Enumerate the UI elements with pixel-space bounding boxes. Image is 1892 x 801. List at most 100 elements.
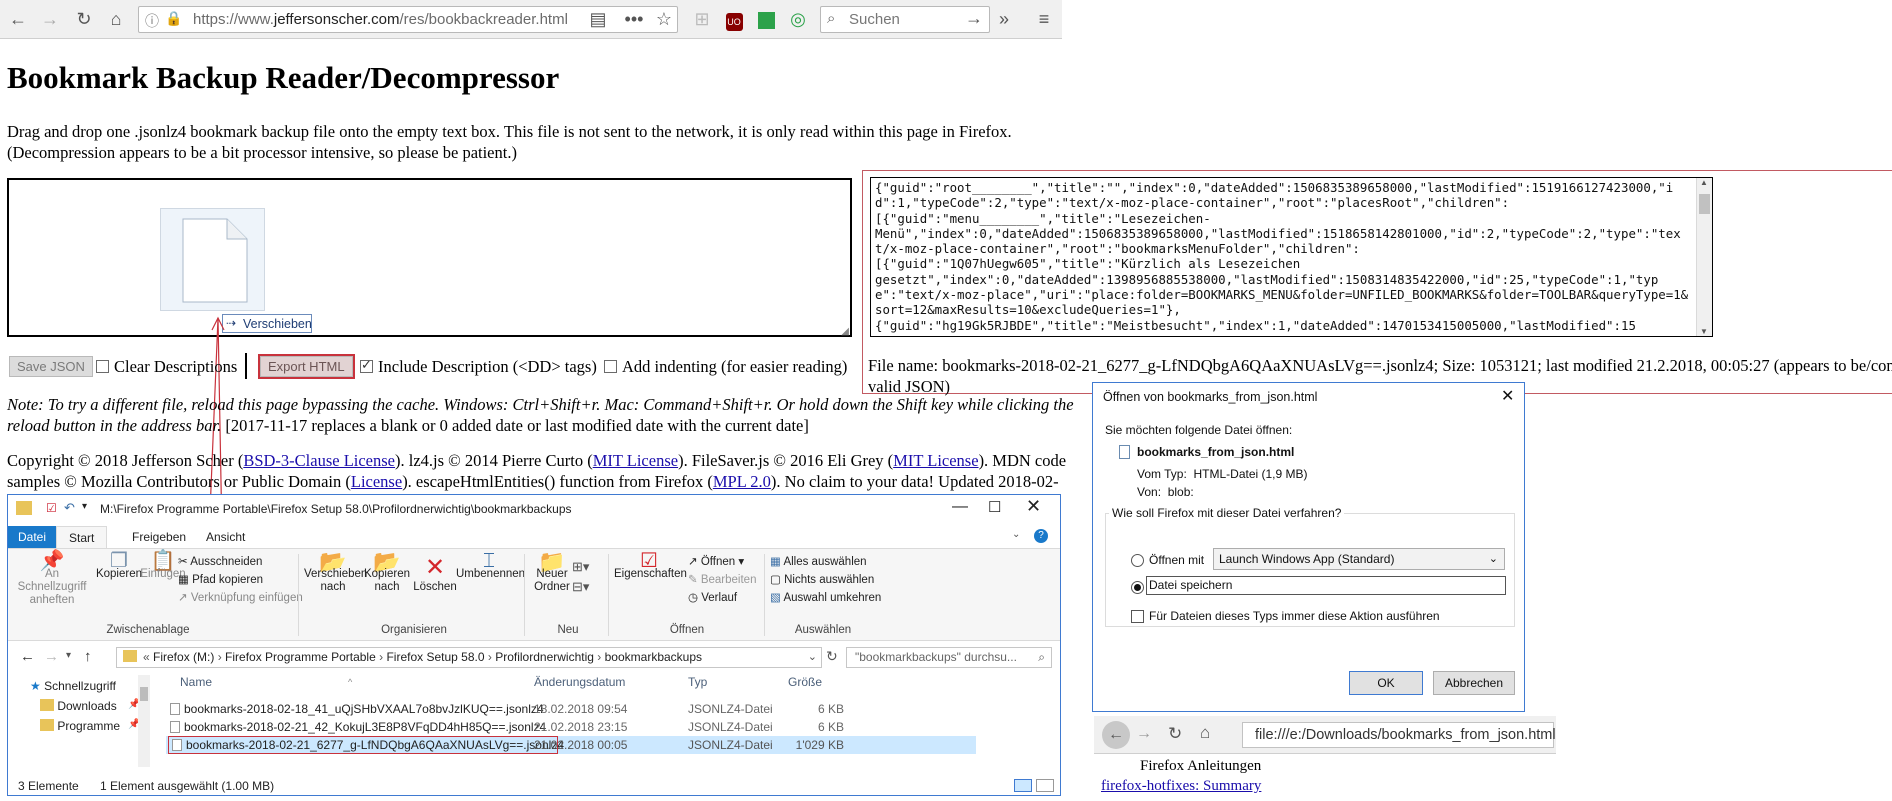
file-row[interactable]: bookmarks-2018-02-21_42_KokujL3E8P8VFqDD… — [166, 718, 988, 736]
recent-locations-icon[interactable]: ▾ — [66, 650, 71, 661]
invert-selection-button[interactable]: ▧ Auswahl umkehren — [770, 591, 881, 605]
addon-spiral-icon[interactable]: ◎ — [784, 6, 812, 32]
resize-grip-icon[interactable]: ◢ — [841, 326, 849, 337]
reader-view-icon[interactable]: ▤ — [584, 6, 612, 32]
home-icon[interactable]: ⌂ — [102, 6, 130, 32]
easy-access-icon[interactable]: ⊟▾ — [572, 579, 589, 595]
move-to-button[interactable]: 📂 Verschieben nach — [304, 551, 367, 594]
breadcrumb-setup[interactable]: Firefox Setup 58.0 — [386, 650, 484, 664]
clear-descriptions-option[interactable]: Clear Descriptions — [96, 357, 237, 377]
file-row[interactable]: bookmarks-2018-02-18_41_uQjSHbVXAAL7o8bv… — [166, 700, 988, 718]
mit-license-link-2[interactable]: MIT License — [893, 451, 978, 470]
maximize-icon[interactable]: ☐ — [988, 498, 1001, 516]
always-do-checkbox[interactable] — [1131, 610, 1144, 623]
tab-start[interactable]: Start — [56, 526, 108, 548]
column-date[interactable]: Änderungsdatum — [534, 675, 625, 689]
nav-quick-access[interactable]: ★ Schnellzugriff — [30, 679, 116, 693]
drop-textarea[interactable]: ◢ — [7, 178, 852, 337]
search-input[interactable]: ⌕ Suchen → — [820, 6, 990, 33]
select-none-button[interactable]: ▢ Nichts auswählen — [770, 573, 874, 587]
close-icon[interactable]: ✕ — [1501, 386, 1514, 406]
details-view-icon[interactable] — [1014, 779, 1032, 792]
new-tab-icon[interactable]: ⊞ — [688, 6, 716, 32]
up-icon[interactable]: ↑ — [84, 648, 92, 665]
cut-button[interactable]: ✂ Ausschneiden — [178, 555, 262, 569]
page-actions-icon[interactable]: ••• — [620, 6, 648, 32]
breadcrumb-bookmarkbackups[interactable]: bookmarkbackups — [605, 650, 702, 664]
undo-icon[interactable]: ↶ — [64, 500, 75, 516]
properties-quick-icon[interactable]: ☑ — [46, 501, 57, 515]
open-button[interactable]: ↗ Öffnen ▾ — [688, 555, 744, 569]
open-with-label[interactable]: Öffnen mit — [1149, 553, 1204, 567]
nav-downloads[interactable]: Downloads 📌 — [40, 699, 140, 713]
ublock-icon[interactable]: UO — [720, 6, 748, 32]
save-file-radio[interactable] — [1131, 581, 1144, 594]
edit-button[interactable]: ✎ Bearbeiten — [688, 573, 756, 587]
second-url-bar[interactable]: file:///e:/Downloads/bookmarks_from_json… — [1242, 722, 1556, 748]
open-with-radio[interactable] — [1131, 554, 1144, 567]
include-description-checkbox[interactable] — [360, 357, 373, 373]
bookmark-star-icon[interactable]: ☆ — [650, 6, 678, 32]
breadcrumb-profile[interactable]: Profilordnerwichtig — [495, 650, 594, 664]
mit-license-link[interactable]: MIT License — [593, 451, 678, 470]
overflow-menu-icon[interactable]: » — [990, 6, 1018, 32]
back-icon[interactable]: ← — [4, 6, 32, 32]
json-textarea[interactable]: {"guid":"root________","title":"","index… — [870, 177, 1713, 337]
column-size[interactable]: Größe — [788, 675, 822, 689]
file-row-selected[interactable]: bookmarks-2018-02-21_6277_g-LfNDQbgA6QAa… — [166, 736, 976, 754]
forward-icon[interactable]: → — [36, 6, 64, 32]
nav-scrollbar[interactable] — [138, 675, 150, 767]
chevron-down-icon[interactable]: ⌄ — [808, 648, 817, 667]
explorer-search-input[interactable]: "bookmarkbackups" durchsu... ⌕ — [846, 647, 1052, 668]
tab-ansicht[interactable]: Ansicht — [194, 526, 257, 548]
nav-programme[interactable]: Programme 📌 — [40, 719, 140, 733]
chevron-down-icon[interactable]: ⌄ — [1012, 529, 1020, 540]
cancel-button[interactable]: Abbrechen — [1433, 671, 1515, 695]
minimize-icon[interactable]: — — [952, 498, 968, 516]
breadcrumb-drive[interactable]: Firefox (M:) — [153, 650, 214, 664]
home-icon[interactable]: ⌂ — [1200, 723, 1210, 743]
rename-button[interactable]: ⌶ Umbenennen — [456, 551, 525, 581]
include-description-option[interactable]: Include Description (<DD> tags) — [360, 357, 597, 377]
back-icon[interactable]: ← — [20, 648, 35, 665]
tab-freigeben[interactable]: Freigeben — [120, 526, 198, 548]
history-button[interactable]: ◷ Verlauf — [688, 591, 737, 605]
add-indenting-checkbox[interactable] — [604, 360, 617, 373]
address-bar[interactable]: « Firefox (M:) › Firefox Programme Porta… — [116, 647, 822, 668]
chevron-down-icon[interactable]: ▾ — [82, 501, 87, 512]
bsd-license-link[interactable]: BSD-3-Clause License — [243, 451, 395, 470]
breadcrumb-firefox-portable[interactable]: Firefox Programme Portable — [225, 650, 376, 664]
forward-icon[interactable]: → — [1136, 725, 1152, 743]
save-file-label[interactable]: Datei speichern — [1146, 576, 1506, 595]
new-folder-button[interactable]: 📁 Neuer Ordner — [530, 551, 574, 594]
license-link[interactable]: License — [351, 472, 402, 491]
ok-button[interactable]: OK — [1349, 671, 1423, 695]
tab-datei[interactable]: Datei — [8, 526, 56, 548]
help-icon[interactable]: ? — [1034, 529, 1048, 543]
select-all-button[interactable]: ▦ Alles auswählen — [770, 555, 867, 569]
save-json-button[interactable]: Save JSON — [9, 356, 93, 377]
always-do-label[interactable]: Für Dateien dieses Typs immer diese Akti… — [1149, 609, 1440, 623]
hamburger-menu-icon[interactable]: ≡ — [1030, 6, 1058, 32]
mpl-license-link[interactable]: MPL 2.0 — [713, 472, 771, 491]
search-go-icon[interactable]: → — [965, 8, 983, 29]
column-type[interactable]: Typ — [688, 675, 707, 689]
reload-icon[interactable]: ↻ — [1168, 724, 1182, 744]
info-icon[interactable]: ⓘ — [145, 11, 159, 31]
copy-to-button[interactable]: 📂 Kopieren nach — [360, 551, 414, 594]
new-item-icon[interactable]: ⊞▾ — [572, 559, 589, 575]
properties-button[interactable]: ☑ Eigenschaften — [614, 551, 687, 581]
paste-shortcut-button[interactable]: ↗ Verknüpfung einfügen — [178, 591, 303, 605]
json-scrollbar[interactable]: ▲ ▼ — [1696, 178, 1712, 336]
refresh-icon[interactable]: ↻ — [826, 648, 838, 665]
hotfixes-summary-link[interactable]: firefox-hotfixes: Summary — [1101, 778, 1261, 795]
tiles-view-icon[interactable] — [1036, 779, 1054, 792]
back-icon[interactable]: ← — [1102, 721, 1130, 749]
reload-icon[interactable]: ↻ — [70, 6, 98, 32]
pin-quick-access-button[interactable]: 📌 An Schnellzugriff anheften — [12, 551, 92, 607]
copy-path-button[interactable]: ▦ Pfad kopieren — [178, 573, 263, 587]
addon-green-icon[interactable] — [752, 6, 780, 32]
clear-descriptions-checkbox[interactable] — [96, 360, 109, 373]
export-html-button[interactable]: Export HTML — [258, 354, 355, 379]
close-icon[interactable]: ✕ — [1026, 496, 1041, 517]
